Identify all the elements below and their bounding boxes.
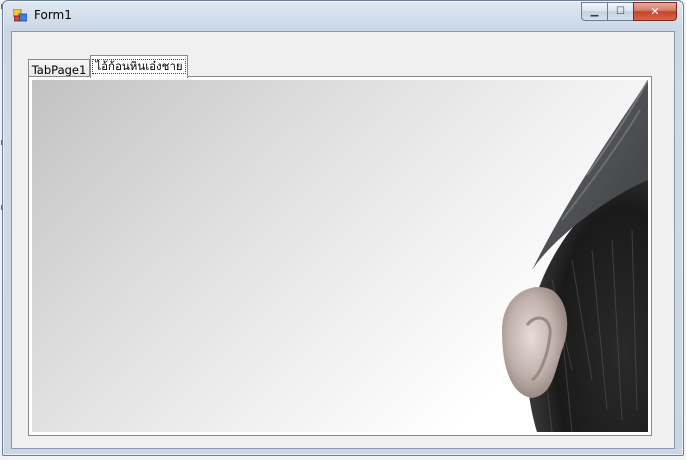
window-title: Form1 — [34, 8, 72, 22]
maximize-button[interactable]: ☐ — [607, 2, 633, 21]
form-client-area: TabPage1 ไอ้ก้อนหินเอ๋งชาย — [11, 31, 675, 449]
picture-box — [32, 80, 648, 432]
caption-buttons: ▁ ☐ ✕ — [581, 2, 677, 21]
close-icon: ✕ — [650, 5, 660, 18]
app-icon — [13, 9, 27, 22]
desktop-background: Form1 ▁ ☐ ✕ TabPage1 ไอ้ก้อนหินเอ๋งชาย — [0, 0, 686, 460]
tab-thai-page[interactable]: ไอ้ก้อนหินเอ๋งชาย — [90, 55, 188, 78]
maximize-icon: ☐ — [616, 6, 625, 17]
title-bar[interactable]: Form1 ▁ ☐ ✕ — [3, 1, 683, 31]
close-button[interactable]: ✕ — [633, 2, 677, 21]
minimize-icon: ▁ — [590, 6, 599, 17]
tab-label: TabPage1 — [31, 63, 87, 77]
creature-photo — [502, 80, 648, 432]
minimize-button[interactable]: ▁ — [581, 2, 607, 21]
tab-label: ไอ้ก้อนหินเอ๋งชาย — [92, 59, 186, 74]
tab-panel — [28, 76, 652, 436]
form1-window: Form1 ▁ ☐ ✕ TabPage1 ไอ้ก้อนหินเอ๋งชาย — [2, 0, 684, 456]
